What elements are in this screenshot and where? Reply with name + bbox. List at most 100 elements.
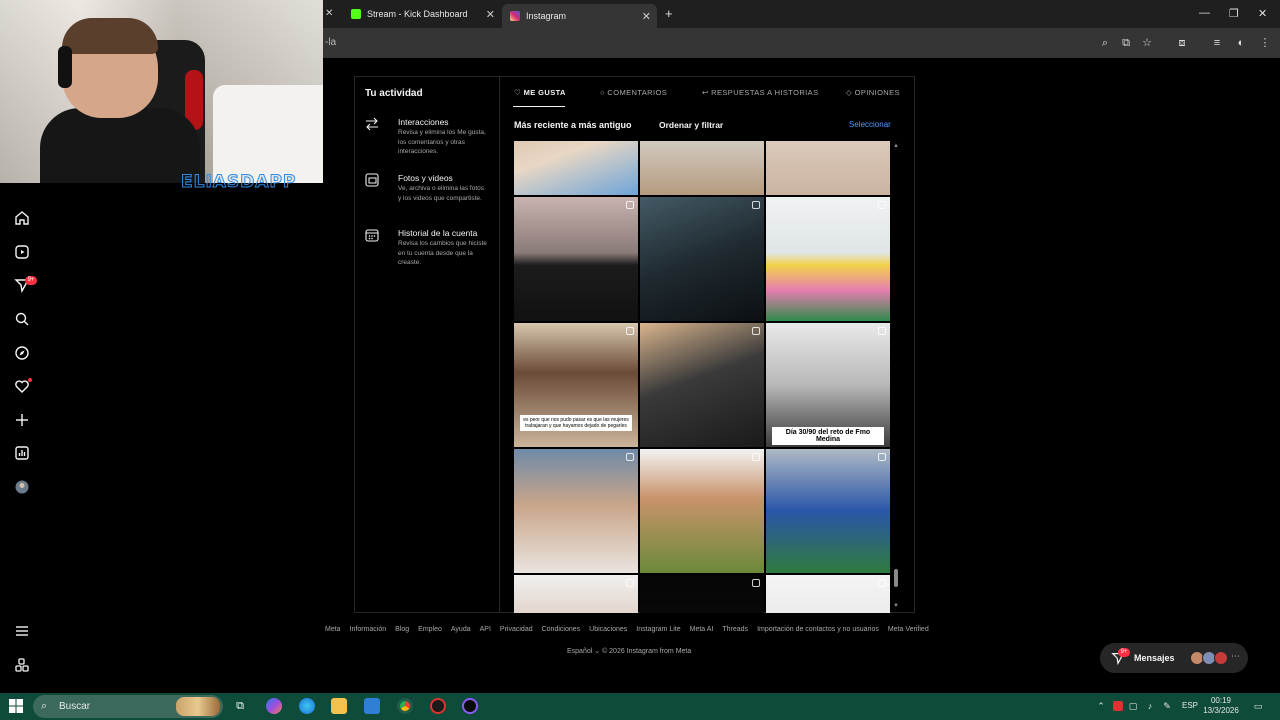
tab-label: OPINIONES — [854, 88, 900, 97]
footer-link[interactable]: Blog — [395, 626, 409, 633]
footer-link[interactable]: API — [480, 626, 491, 633]
select-link[interactable]: Seleccionar — [849, 120, 891, 129]
close-tab-icon[interactable]: ✕ — [642, 10, 651, 23]
footer-link[interactable]: Condiciones — [542, 626, 581, 633]
instagram-favicon-icon — [510, 11, 520, 21]
tab-comments[interactable]: ○ COMENTARIOS — [600, 88, 667, 97]
footer-link[interactable]: Privacidad — [500, 626, 533, 633]
grid-post[interactable] — [514, 141, 638, 195]
grid-post[interactable]: es peor que nos pudo pasar es que las mu… — [514, 323, 638, 447]
messages-label: Mensajes — [1134, 653, 1175, 663]
tab-instagram[interactable]: Instagram ✕ — [502, 4, 657, 28]
grid-post[interactable] — [766, 141, 890, 195]
taskbar-search[interactable]: ⌕ Buscar — [33, 695, 223, 718]
active-tab-underline — [513, 106, 565, 107]
minimize-icon[interactable]: — — [1199, 7, 1210, 19]
close-tab-icon[interactable]: ✕ — [486, 8, 495, 21]
grid-post[interactable] — [766, 575, 890, 613]
outlook-icon[interactable] — [364, 698, 380, 714]
edge-icon[interactable] — [299, 698, 315, 714]
footer-link[interactable]: Meta Verified — [888, 626, 929, 633]
grid-post[interactable] — [640, 449, 764, 573]
profile-icon[interactable]: ◐ — [1234, 36, 1248, 50]
menu-dots-icon[interactable]: ⋮ — [1258, 36, 1272, 50]
task-view-icon[interactable]: ⧉ — [232, 698, 248, 714]
footer-link[interactable]: Empleo — [418, 626, 442, 633]
copilot-icon[interactable] — [266, 698, 282, 714]
activity-tabs: ♡ ME GUSTA ○ COMENTARIOS ↩ RESPUESTAS A … — [501, 77, 915, 107]
footer-link[interactable]: Meta — [325, 626, 341, 633]
profile-avatar-icon[interactable] — [13, 478, 31, 496]
grid-post[interactable] — [514, 575, 638, 613]
notification-center-icon[interactable]: ▭ — [1253, 701, 1263, 711]
bookmark-star-icon[interactable]: ☆ — [1140, 36, 1154, 50]
messages-button[interactable]: 9+ Mensajes ⋯ — [1100, 643, 1248, 673]
menu-icon[interactable] — [13, 622, 31, 640]
tray-chevron-up-icon[interactable]: ⌃ — [1096, 701, 1106, 711]
extensions-icon[interactable]: ⧈ — [1175, 36, 1189, 50]
chrome-icon[interactable] — [397, 698, 413, 714]
tray-app-icon[interactable] — [1113, 701, 1123, 711]
grid-post[interactable]: Día 30/90 del reto de Fmo Medina — [766, 323, 890, 447]
grid-post[interactable] — [640, 197, 764, 321]
create-icon[interactable] — [13, 411, 31, 429]
grid-scrollbar-thumb[interactable] — [894, 569, 898, 587]
scroll-down-arrow-icon[interactable]: ▼ — [893, 603, 899, 609]
notification-dot — [28, 378, 32, 382]
footer-link[interactable]: Información — [350, 626, 387, 633]
sidebar-item-title: Historial de la cuenta — [398, 228, 478, 238]
footer-link[interactable]: Ubicaciones — [589, 626, 627, 633]
meta-apps-icon[interactable] — [13, 656, 31, 674]
close-tab-icon[interactable]: ✕ — [325, 8, 333, 19]
reel-indicator-icon — [752, 201, 760, 209]
footer-link[interactable]: Instagram Lite — [636, 626, 680, 633]
search-icon[interactable] — [13, 310, 31, 328]
windows-taskbar: ⌕ Buscar ⧉ ⌃ ▢ ♪ ✎ ESP 00:19 13/3/2026 ▭ — [0, 693, 1280, 720]
explore-icon[interactable] — [13, 344, 31, 362]
footer-link[interactable]: Meta AI — [690, 626, 714, 633]
language-indicator[interactable]: ESP — [1182, 701, 1198, 710]
restore-icon[interactable]: ❐ — [1229, 7, 1239, 20]
file-explorer-icon[interactable] — [331, 698, 347, 714]
messages-badge: 9+ — [25, 276, 37, 285]
volume-icon[interactable]: ♪ — [1145, 701, 1155, 711]
grid-post[interactable] — [766, 197, 890, 321]
grid-post[interactable] — [766, 449, 890, 573]
new-tab-icon[interactable]: + — [665, 6, 673, 21]
language-selector[interactable]: Español — [567, 648, 592, 655]
zoom-icon[interactable]: ⌕ — [1098, 36, 1112, 50]
footer-link[interactable]: Ayuda — [451, 626, 471, 633]
tray-app-icon[interactable]: ▢ — [1128, 701, 1138, 711]
more-dots-icon: ⋯ — [1231, 651, 1240, 661]
grid-post[interactable] — [640, 141, 764, 195]
avatar — [1214, 651, 1228, 665]
reels-icon[interactable] — [13, 243, 31, 261]
tab-story-replies[interactable]: ↩ RESPUESTAS A HISTORIAS — [702, 88, 818, 97]
dashboard-icon[interactable] — [13, 444, 31, 462]
pen-icon[interactable]: ✎ — [1162, 701, 1172, 711]
kick-favicon-icon — [351, 9, 361, 19]
windows-start-icon[interactable] — [9, 699, 23, 713]
clock[interactable]: 00:19 13/3/2026 — [1203, 696, 1239, 716]
footer-link[interactable]: Threads — [722, 626, 748, 633]
tab-kick-dashboard[interactable]: Stream - Kick Dashboard ✕ — [343, 4, 501, 24]
grid-post[interactable] — [640, 323, 764, 447]
streamer-name-overlay: ELIASDAPP — [180, 172, 297, 193]
app-icon[interactable] — [462, 698, 478, 714]
footer-link[interactable]: Importación de contactos y no usuarios — [757, 626, 879, 633]
grid-post[interactable] — [640, 575, 764, 613]
tab-reviews[interactable]: ◇ OPINIONES — [846, 88, 900, 97]
close-window-icon[interactable]: ✕ — [1258, 7, 1267, 20]
liked-posts-grid: es peor que nos pudo pasar es que las mu… — [514, 141, 891, 613]
scroll-up-arrow-icon[interactable]: ▲ — [893, 143, 899, 149]
sort-filter-button[interactable]: Ordenar y filtrar — [651, 116, 732, 134]
media-control-icon[interactable]: ≡ — [1210, 36, 1224, 50]
url-text[interactable]: -la — [325, 37, 336, 48]
install-app-icon[interactable]: ⧉ — [1119, 36, 1133, 50]
home-icon[interactable] — [13, 209, 31, 227]
reel-indicator-icon — [626, 453, 634, 461]
obs-icon[interactable] — [430, 698, 446, 714]
grid-post[interactable] — [514, 197, 638, 321]
tab-likes[interactable]: ♡ ME GUSTA — [514, 88, 566, 97]
grid-post[interactable] — [514, 449, 638, 573]
